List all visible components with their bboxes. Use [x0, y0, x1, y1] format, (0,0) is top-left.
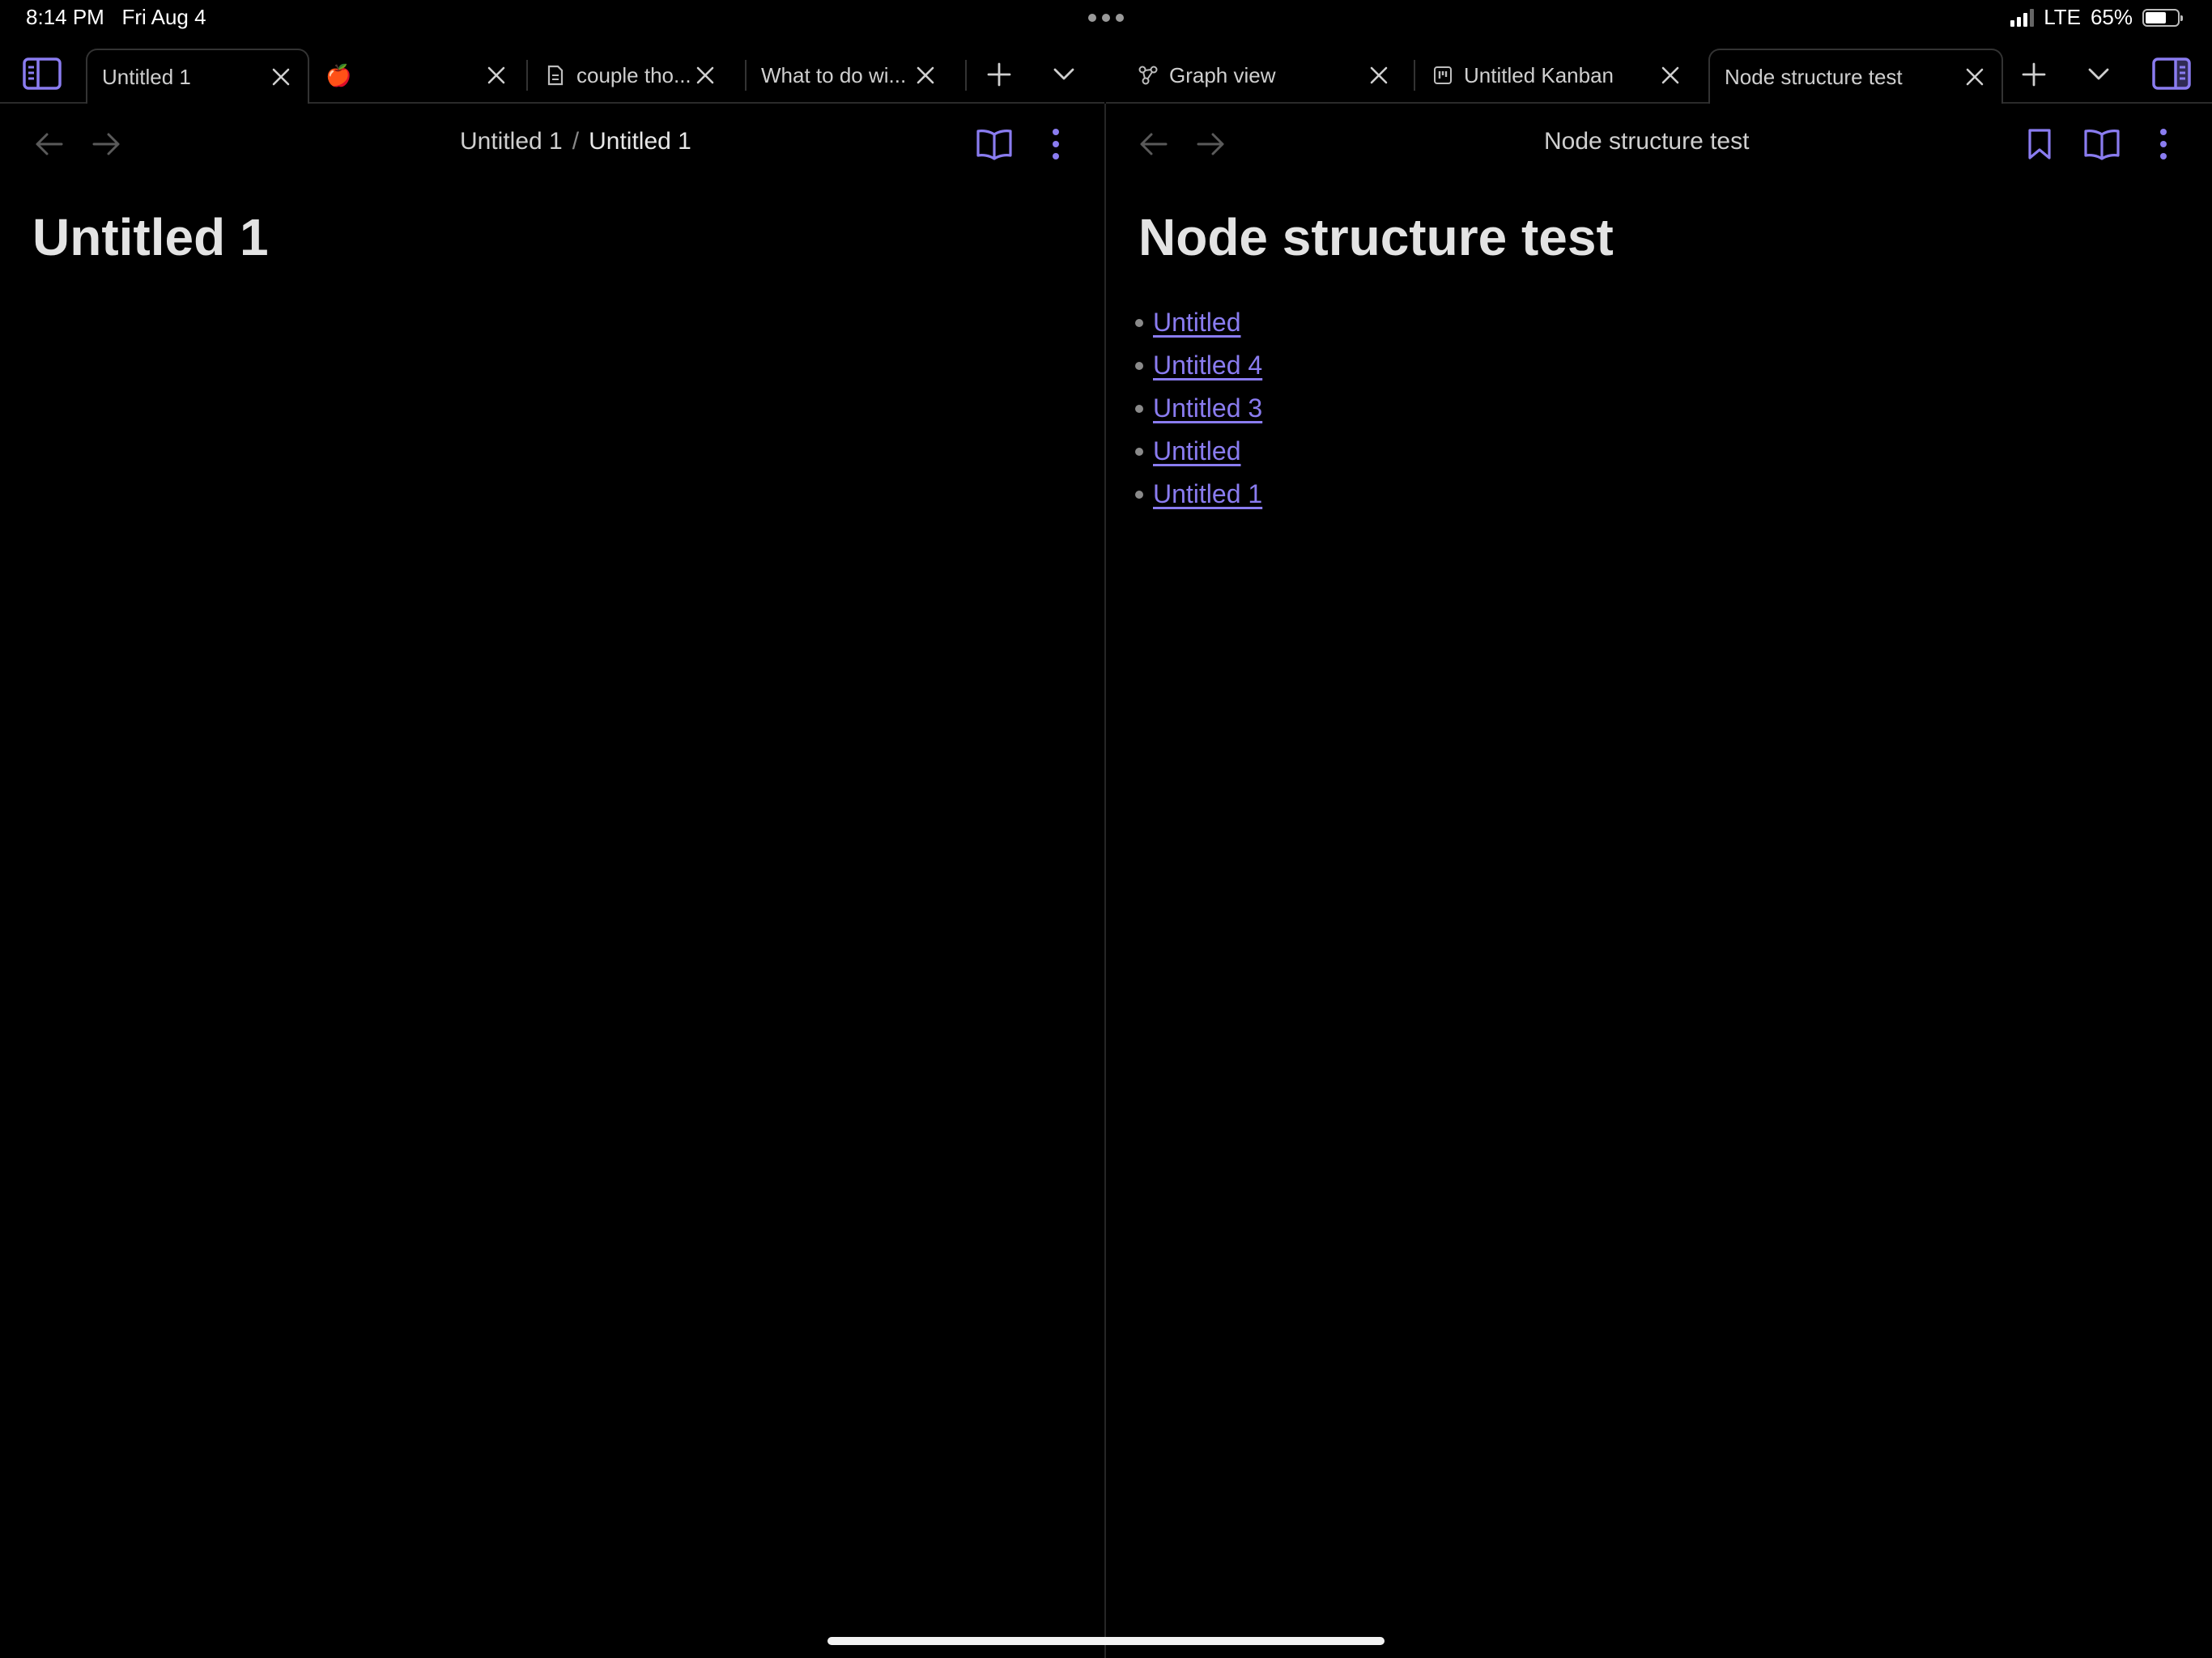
close-icon[interactable]	[1367, 63, 1391, 87]
network-label: LTE	[2044, 5, 2081, 29]
left-editor-pane: Untitled 1 / Untitled 1 Untitled 1	[0, 104, 1104, 1658]
breadcrumb-separator: /	[572, 128, 580, 155]
reading-view-book-icon[interactable]	[973, 123, 1015, 165]
tab-label: Node structure test	[1725, 64, 1903, 89]
close-icon[interactable]	[484, 63, 508, 87]
tab-label: What to do wi...	[761, 62, 907, 87]
signal-icon	[2010, 8, 2035, 27]
bullet-icon	[1135, 447, 1143, 456]
tab-what-to-do[interactable]: What to do wi...	[747, 49, 952, 102]
tab-label: Untitled Kanban	[1464, 62, 1614, 87]
left-tab-bar: Untitled 1 🍎 couple tho... What to do wi…	[0, 45, 1104, 104]
new-tab-plus-icon[interactable]	[2016, 57, 2052, 92]
link-list: Untitled Untitled 4 Untitled 3 Untitled …	[1135, 301, 1262, 516]
list-item: Untitled 4	[1135, 344, 1262, 387]
tab-separator	[1414, 60, 1415, 91]
tab-untitled-kanban[interactable]: Untitled Kanban	[1417, 49, 1697, 102]
tab-label: couple tho...	[576, 62, 691, 87]
close-icon[interactable]	[693, 63, 717, 87]
note-title[interactable]: Node structure test	[1138, 207, 1614, 267]
close-icon[interactable]	[1963, 65, 1987, 89]
breadcrumb-current[interactable]: Untitled 1	[589, 128, 691, 155]
forward-arrow-icon[interactable]	[87, 125, 126, 164]
right-tab-bar: Graph view Untitled Kanban Node structur…	[1106, 45, 2212, 104]
tab-graph-view[interactable]: Graph view	[1122, 49, 1406, 102]
breadcrumb-parent[interactable]: Untitled 1	[460, 128, 563, 155]
bookmark-icon[interactable]	[2021, 123, 2058, 165]
back-arrow-icon[interactable]	[29, 125, 68, 164]
internal-link[interactable]: Untitled 4	[1153, 351, 1262, 380]
note-title[interactable]: Untitled 1	[32, 207, 269, 267]
tab-list-chevron-down-icon[interactable]	[2081, 57, 2116, 92]
internal-link[interactable]: Untitled 3	[1153, 393, 1262, 423]
view-header: Untitled 1 / Untitled 1	[0, 104, 1104, 185]
more-options-icon[interactable]	[1041, 123, 1070, 165]
back-arrow-icon[interactable]	[1134, 125, 1172, 164]
internal-link[interactable]: Untitled 1	[1153, 479, 1262, 509]
view-title[interactable]: Node structure test	[1544, 128, 1749, 155]
sidebar-toggle-left-icon[interactable]	[21, 53, 63, 94]
right-editor-pane: Node structure test Node structure test …	[1106, 104, 2212, 1658]
tab-label: Graph view	[1169, 62, 1276, 87]
status-time-date: 8:14 PM Fri Aug 4	[26, 5, 206, 29]
internal-link[interactable]: Untitled	[1153, 436, 1241, 466]
more-options-icon[interactable]	[2149, 123, 2178, 165]
status-bar: 8:14 PM Fri Aug 4 LTE 65%	[0, 0, 2212, 40]
tab-couple-thoughts[interactable]: couple tho...	[530, 49, 732, 102]
list-item: Untitled	[1135, 430, 1262, 473]
list-item: Untitled	[1135, 301, 1262, 344]
sidebar-toggle-right-icon[interactable]	[2150, 53, 2193, 94]
bullet-icon	[1135, 361, 1143, 370]
breadcrumb: Untitled 1 / Untitled 1	[460, 128, 691, 155]
bullet-icon	[1135, 490, 1143, 499]
tab-label: 🍎	[325, 62, 352, 87]
kanban-icon	[1431, 64, 1454, 87]
tab-separator	[526, 60, 528, 91]
bullet-icon	[1135, 318, 1143, 327]
tab-label: Untitled 1	[102, 64, 191, 89]
reading-view-book-icon[interactable]	[2081, 123, 2123, 165]
document-icon	[544, 64, 567, 87]
tab-apple[interactable]: 🍎	[311, 49, 523, 102]
new-tab-plus-icon[interactable]	[981, 57, 1017, 92]
close-icon[interactable]	[913, 63, 938, 87]
close-icon[interactable]	[1658, 63, 1682, 87]
internal-link[interactable]: Untitled	[1153, 308, 1241, 338]
tab-node-structure-test[interactable]: Node structure test	[1708, 49, 2003, 104]
close-icon[interactable]	[269, 65, 293, 89]
battery-icon	[2142, 8, 2183, 27]
list-item: Untitled 3	[1135, 387, 1262, 430]
tab-untitled-1[interactable]: Untitled 1	[86, 49, 309, 104]
view-header: Node structure test	[1106, 104, 2212, 185]
forward-arrow-icon[interactable]	[1192, 125, 1231, 164]
list-item: Untitled 1	[1135, 473, 1262, 516]
graph-icon	[1137, 64, 1159, 87]
bullet-icon	[1135, 404, 1143, 413]
battery-label: 65%	[2090, 5, 2133, 29]
home-indicator[interactable]	[827, 1637, 1385, 1645]
tab-separator	[965, 60, 967, 91]
multitasking-dots-icon[interactable]	[1088, 14, 1124, 22]
tab-list-chevron-down-icon[interactable]	[1046, 57, 1082, 92]
status-indicators: LTE 65%	[2010, 5, 2183, 30]
